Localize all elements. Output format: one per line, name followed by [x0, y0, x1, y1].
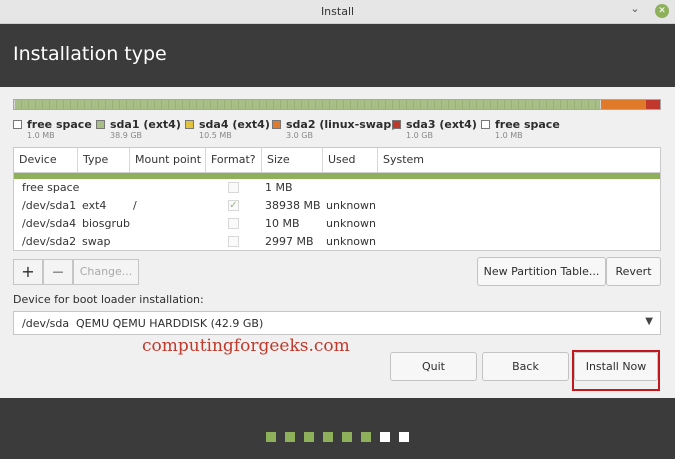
cell-type: biosgrub	[82, 217, 130, 230]
partition-legend: free space 1.0 MB sda1 (ext4) 38.9 GB sd…	[13, 118, 663, 142]
legend-swatch	[96, 120, 105, 129]
column-header-size[interactable]: Size	[262, 148, 323, 172]
partition-segment-ext4b	[646, 100, 660, 109]
cell-mount-point: /	[133, 199, 137, 212]
table-row[interactable]: /dev/sda2 swap 2997 MB unknown	[14, 233, 660, 251]
legend-swatch	[185, 120, 194, 129]
cell-device: /dev/sda1	[22, 199, 77, 212]
table-row[interactable]: /dev/sda1 ext4 / ✓ 38938 MB unknown	[14, 197, 660, 215]
column-header-device[interactable]: Device	[14, 148, 78, 172]
page-header: Installation type	[0, 24, 675, 87]
legend-name: sda2 (linux-swap)	[286, 118, 397, 131]
step-progress-indicator	[0, 432, 675, 444]
legend-swatch	[392, 120, 401, 129]
change-partition-button[interactable]: Change...	[73, 259, 139, 285]
step-dot	[342, 432, 352, 442]
table-header: Device Type Mount point Format? Size Use…	[14, 148, 660, 173]
step-dot	[285, 432, 295, 442]
bootloader-device-select[interactable]: /dev/sda QEMU QEMU HARDDISK (42.9 GB) ▼	[13, 311, 661, 335]
window-titlebar: Install ⌄ ✕	[0, 0, 675, 24]
legend-size: 38.9 GB	[110, 131, 143, 140]
legend-size: 1.0 MB	[495, 131, 523, 140]
column-header-used[interactable]: Used	[323, 148, 378, 172]
step-dot	[361, 432, 371, 442]
cell-type: swap	[82, 235, 111, 248]
legend-name: sda1 (ext4)	[110, 118, 181, 131]
column-header-format[interactable]: Format?	[206, 148, 262, 172]
bootloader-label: Device for boot loader installation:	[13, 293, 204, 306]
bootloader-device: /dev/sda	[22, 317, 70, 330]
partition-bar	[13, 99, 661, 110]
new-partition-table-button[interactable]: New Partition Table...	[477, 257, 606, 286]
table-row[interactable]: free space 1 MB	[14, 179, 660, 197]
column-header-system[interactable]: System	[378, 148, 660, 172]
step-dot	[399, 432, 409, 442]
main-content: free space 1.0 MB sda1 (ext4) 38.9 GB sd…	[0, 87, 675, 398]
cell-size: 38938 MB	[265, 199, 321, 212]
quit-button[interactable]: Quit	[390, 352, 477, 381]
partition-segment-ext4	[15, 100, 600, 109]
column-header-type[interactable]: Type	[78, 148, 130, 172]
cell-used: unknown	[326, 235, 376, 248]
column-header-mount-point[interactable]: Mount point	[130, 148, 206, 172]
legend-swatch	[272, 120, 281, 129]
legend-size: 10.5 MB	[199, 131, 232, 140]
format-checkbox[interactable]	[228, 236, 239, 247]
step-dot	[304, 432, 314, 442]
cell-device: /dev/sda2	[22, 235, 77, 248]
format-checkbox[interactable]: ✓	[228, 200, 239, 211]
window-title: Install	[320, 5, 355, 18]
step-dot	[323, 432, 333, 442]
cell-used: unknown	[326, 199, 376, 212]
install-now-highlight-box	[572, 350, 660, 391]
cell-size: 2997 MB	[265, 235, 314, 248]
step-dot	[380, 432, 390, 442]
legend-swatch	[481, 120, 490, 129]
table-row[interactable]: /dev/sda4 biosgrub 10 MB unknown	[14, 215, 660, 233]
cell-device: /dev/sda4	[22, 217, 77, 230]
legend-swatch	[13, 120, 22, 129]
legend-size: 1.0 MB	[27, 131, 55, 140]
minimize-icon[interactable]: ⌄	[628, 2, 642, 16]
format-checkbox[interactable]	[228, 218, 239, 229]
bootloader-device-description: QEMU QEMU HARDDISK (42.9 GB)	[76, 317, 264, 330]
revert-button[interactable]: Revert	[606, 257, 661, 286]
legend-name: sda4 (ext4)	[199, 118, 270, 131]
legend-size: 1.0 GB	[406, 131, 433, 140]
legend-size: 3.0 GB	[286, 131, 313, 140]
back-button[interactable]: Back	[482, 352, 569, 381]
partition-table: Device Type Mount point Format? Size Use…	[13, 147, 661, 251]
legend-name: free space	[27, 118, 92, 131]
legend-name: free space	[495, 118, 560, 131]
watermark-text: computingforgeeks.com	[142, 336, 350, 356]
remove-partition-button[interactable]: —	[43, 259, 73, 285]
cell-size: 1 MB	[265, 181, 293, 194]
step-dot	[266, 432, 276, 442]
add-partition-button[interactable]: +	[13, 259, 43, 285]
cell-device: free space	[22, 181, 80, 194]
legend-name: sda3 (ext4)	[406, 118, 477, 131]
cell-type: ext4	[82, 199, 107, 212]
page-title: Installation type	[13, 43, 167, 65]
dropdown-arrow-icon: ▼	[645, 316, 653, 327]
cell-used: unknown	[326, 217, 376, 230]
format-checkbox[interactable]	[228, 182, 239, 193]
cell-size: 10 MB	[265, 217, 300, 230]
partition-segment-swap	[601, 100, 647, 109]
close-icon[interactable]: ✕	[655, 4, 669, 18]
